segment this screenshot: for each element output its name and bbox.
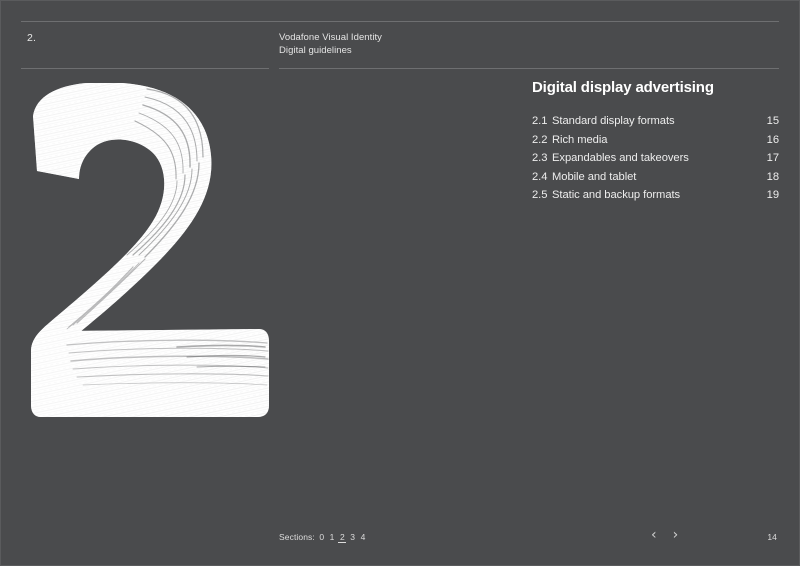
page-navigation: ‹ › [651, 528, 711, 542]
toc-entry-number: 2.3 [532, 152, 548, 164]
toc-entry[interactable]: 2.4 Mobile and tablet 18 [532, 168, 779, 187]
section-link-3[interactable]: 3 [349, 532, 357, 542]
toc-entry-number: 2.5 [532, 189, 548, 201]
section-link-0[interactable]: 0 [318, 532, 326, 542]
section-switcher-label: Sections: [279, 532, 315, 542]
page-number: 14 [767, 532, 777, 542]
section-link-4[interactable]: 4 [359, 532, 367, 542]
toc-entry-page: 17 [766, 152, 779, 164]
document-subtitle: Digital guidelines [279, 44, 352, 56]
document-page: 2. Vodafone Visual Identity Digital guid… [0, 0, 800, 566]
toc-entry-page: 16 [766, 133, 779, 146]
header-divider-rule-right [279, 68, 779, 69]
toc-entry[interactable]: 2.3 Expandables and takeovers 17 [532, 149, 779, 168]
section-link-1[interactable]: 1 [328, 532, 336, 542]
next-page-icon[interactable]: › [673, 528, 679, 542]
toc-entry-page: 19 [766, 189, 779, 201]
toc-entry-page: 18 [766, 170, 779, 183]
toc-entry-label: Standard display formats [552, 115, 675, 127]
content-column: Digital display advertising 2.1 Standard… [532, 79, 779, 205]
toc-entry[interactable]: 2.5 Static and backup formats 19 [532, 186, 779, 205]
header-divider-rule-left [21, 68, 269, 69]
toc-entry-number: 2.2 [532, 133, 548, 146]
section-number: 2. [27, 32, 36, 44]
toc-entry[interactable]: 2.2 Rich media 16 [532, 131, 779, 150]
toc-entry-label: Rich media [552, 133, 608, 146]
toc-entry-page: 15 [766, 115, 779, 127]
previous-page-icon[interactable]: ‹ [651, 528, 657, 542]
toc-entry[interactable]: 2.1 Standard display formats 15 [532, 112, 779, 131]
document-meta: Vodafone Visual Identity Digital guideli… [279, 32, 382, 57]
brushstroke-numeral-two-artwork [27, 83, 277, 423]
toc-entry-number: 2.4 [532, 170, 548, 183]
document-title: Vodafone Visual Identity [279, 32, 382, 43]
toc-entry-number: 2.1 [532, 115, 548, 127]
top-divider-rule [21, 21, 779, 22]
toc-entry-label: Mobile and tablet [552, 170, 637, 183]
section-switcher: Sections: 0 1 2 3 4 [279, 532, 367, 543]
table-of-contents: 2.1 Standard display formats 15 2.2 Rich… [532, 112, 779, 205]
toc-entry-label: Static and backup formats [552, 189, 681, 201]
page-title: Digital display advertising [532, 79, 714, 96]
toc-entry-label: Expandables and takeovers [552, 152, 689, 164]
section-link-2[interactable]: 2 [338, 532, 347, 543]
